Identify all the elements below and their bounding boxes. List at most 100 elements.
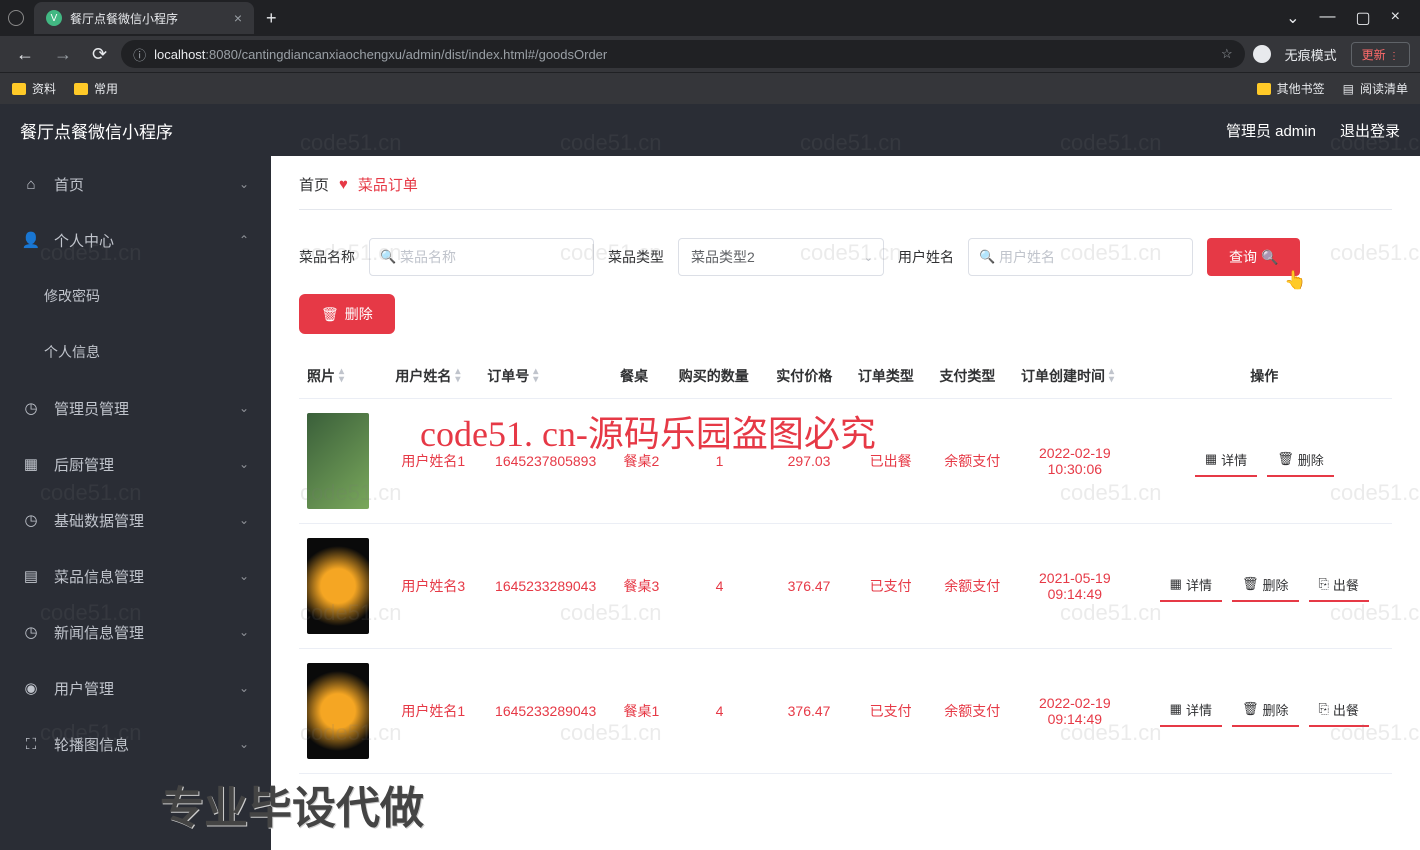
chevron-icon: ⌄ [239,737,249,751]
url-field[interactable]: ⓘ localhost:8080/cantingdiancanxiaocheng… [121,40,1245,68]
dish-name-input[interactable]: 🔍 菜品名称 [369,238,594,276]
app-body: ⌂首页⌄👤个人中心⌃修改密码个人信息◷管理员管理⌄▦后厨管理⌄◷基础数据管理⌄▤… [0,156,1420,850]
window-controls: ⌄ — ▢ × [1286,8,1412,28]
url-path: :8080/cantingdiancanxiaochengxu/admin/di… [205,47,607,62]
sidebar-item-0[interactable]: ⌂首页⌄ [0,156,271,212]
menu-icon: ◷ [22,511,40,529]
bookmark-folder-2[interactable]: 常用 [74,80,118,97]
table-row: 用户姓名11645233289043餐桌14376.47已支付余额支付2022-… [299,649,1392,774]
heart-icon: ♥ [339,176,348,193]
sidebar-item-5[interactable]: ▦后厨管理⌄ [0,436,271,492]
tab-bar: V 餐厅点餐微信小程序 × + ⌄ — ▢ × [0,0,1420,36]
delete-button[interactable]: 🗑 删除 [1232,571,1299,602]
update-button[interactable]: 更新 ⋮ [1351,42,1410,67]
cell-otype: 已支付 [850,649,932,774]
reading-list[interactable]: ▤阅读清单 [1343,80,1408,97]
query-button[interactable]: 查询🔍 [1207,238,1300,276]
dish-thumbnail [307,538,369,634]
col-created: 订单创建时间▴▾ [1013,354,1137,399]
other-bookmarks[interactable]: 其他书签 [1257,80,1325,97]
sort-icon[interactable]: ▴▾ [1109,368,1114,384]
user-name-input[interactable]: 🔍 用户姓名 [968,238,1193,276]
bulk-delete-button[interactable]: 🗑 删除 [299,294,395,334]
detail-button[interactable]: ▦ 详情 [1195,446,1257,477]
forward-button[interactable]: → [48,44,78,65]
logout-link[interactable]: 退出登录 [1340,120,1400,141]
col-action: 操作 [1137,354,1392,399]
sort-icon[interactable]: ▴▾ [533,368,538,384]
sidebar-item-9[interactable]: ◉用户管理⌄ [0,660,271,716]
vue-icon: V [46,10,62,26]
detail-icon: ▦ [1170,701,1182,717]
info-icon: ⓘ [133,45,146,64]
sidebar-item-8[interactable]: ◷新闻信息管理⌄ [0,604,271,660]
chevron-down-icon[interactable]: ⌄ [1286,8,1299,28]
cell-qty: 4 [671,524,768,649]
menu-icon: ◉ [22,679,40,697]
cell-qty: 1 [671,399,768,524]
sidebar-item-2[interactable]: 修改密码 [0,268,271,324]
serve-button[interactable]: ⎘ 出餐 [1309,696,1369,727]
dish-type-select[interactable]: 菜品类型2 ⌄ [678,238,884,276]
trash-icon: 🗑 [321,306,339,323]
sidebar-item-4[interactable]: ◷管理员管理⌄ [0,380,271,436]
current-user[interactable]: 管理员 admin [1226,120,1316,141]
delete-icon: 🗑 [1242,576,1259,592]
tab-title: 餐厅点餐微信小程序 [70,10,178,27]
sort-icon[interactable]: ▴▾ [455,368,460,384]
col-table: 餐桌 [612,354,671,399]
chevron-icon: ⌃ [239,233,249,247]
browser-tab[interactable]: V 餐厅点餐微信小程序 × [34,2,254,34]
cell-qty: 4 [671,649,768,774]
cell-created: 2022-02-19 10:30:06 [1013,399,1137,524]
new-tab-button[interactable]: + [254,8,289,29]
serve-button[interactable]: ⎘ 出餐 [1309,571,1369,602]
cell-table: 餐桌2 [612,399,671,524]
serve-icon: ⎘ [1319,701,1329,717]
cell-created: 2021-05-19 09:14:49 [1013,524,1137,649]
browser-chrome: V 餐厅点餐微信小程序 × + ⌄ — ▢ × ← → ⟳ ⓘ localhos… [0,0,1420,104]
reload-button[interactable]: ⟳ [86,44,113,65]
serve-icon: ⎘ [1319,576,1329,592]
sidebar-item-1[interactable]: 👤个人中心⌃ [0,212,271,268]
breadcrumb-current: 菜品订单 [358,174,418,195]
star-icon[interactable]: ☆ [1221,46,1233,62]
delete-button[interactable]: 🗑 删除 [1267,446,1334,477]
sidebar-item-10[interactable]: ⛶轮播图信息⌄ [0,716,271,772]
maximize-icon[interactable]: ▢ [1356,8,1371,28]
detail-icon: ▦ [1205,451,1217,467]
search-icon: 🔍 [1261,249,1278,266]
main-content: 首页 ♥ 菜品订单 菜品名称 🔍 菜品名称 菜品类型 菜品类型2 ⌄ 用户姓名 … [271,156,1420,850]
cell-table: 餐桌3 [612,524,671,649]
type-value: 菜品类型2 [691,247,755,267]
filter-type-label: 菜品类型 [608,247,664,267]
detail-button[interactable]: ▦ 详情 [1160,571,1222,602]
cell-order: 1645233289043 [479,649,612,774]
row-actions: ▦ 详情 🗑 删除 ⎘ 出餐 [1145,696,1384,727]
close-icon[interactable]: × [234,10,242,26]
sidebar-item-6[interactable]: ◷基础数据管理⌄ [0,492,271,548]
detail-button[interactable]: ▦ 详情 [1160,696,1222,727]
col-ptype: 支付类型 [931,354,1013,399]
breadcrumb-home[interactable]: 首页 [299,174,329,195]
close-window-icon[interactable]: × [1391,8,1400,28]
sidebar-item-7[interactable]: ▤菜品信息管理⌄ [0,548,271,604]
minimize-icon[interactable]: — [1320,8,1336,28]
sidebar-item-3[interactable]: 个人信息 [0,324,271,380]
cell-user: 用户姓名3 [387,524,479,649]
filter-row: 菜品名称 🔍 菜品名称 菜品类型 菜品类型2 ⌄ 用户姓名 🔍 用户姓名 查询🔍 [299,238,1392,276]
back-button[interactable]: ← [10,44,40,65]
bookmark-folder-1[interactable]: 资料 [12,80,56,97]
cell-user: 用户姓名1 [387,399,479,524]
search-icon: 🔍 [380,249,396,265]
sort-icon[interactable]: ▴▾ [339,368,344,384]
dish-thumbnail [307,413,369,509]
url-host: localhost [154,47,205,62]
menu-icon: ⌂ [22,176,40,193]
menu-label: 首页 [54,174,84,195]
incognito-icon [1253,45,1271,63]
menu-label: 基础数据管理 [54,510,144,531]
delete-button[interactable]: 🗑 删除 [1232,696,1299,727]
folder-icon [74,83,88,95]
detail-icon: ▦ [1170,576,1182,592]
